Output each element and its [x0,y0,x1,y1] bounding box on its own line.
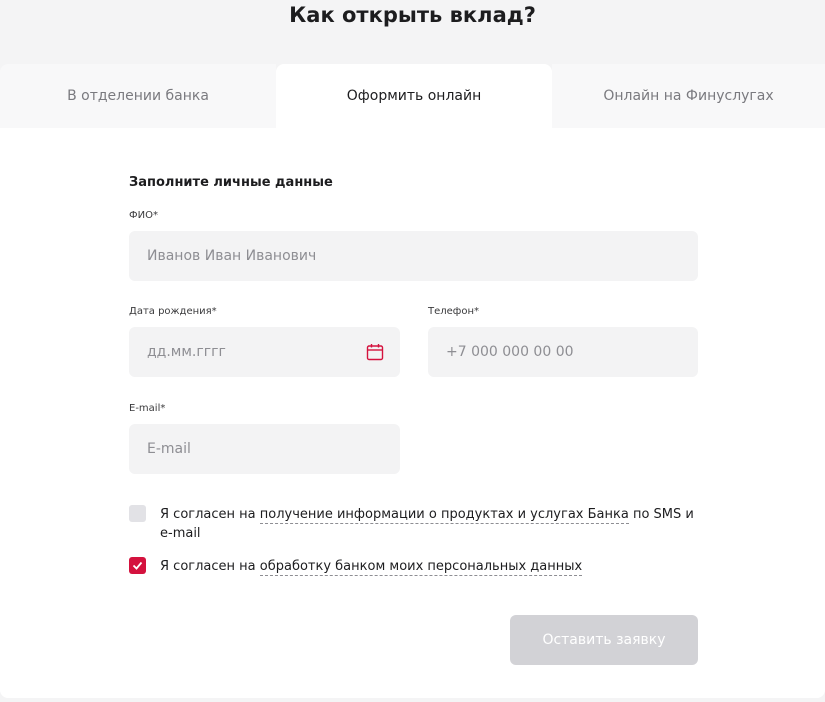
fio-label: ФИО* [129,210,158,221]
submit-button[interactable]: Оставить заявку [510,615,698,665]
fio-placeholder: Иванов Иван Иванович [147,248,317,264]
tabs: В отделении банка Оформить онлайн Онлайн… [0,64,825,128]
calendar-icon[interactable] [366,343,384,361]
consent-marketing-checkbox[interactable] [129,505,146,522]
fio-field[interactable]: Иванов Иван Иванович [129,231,698,281]
birthdate-placeholder: дд.мм.гггг [147,344,226,360]
phone-label: Телефон* [428,306,480,317]
tab-online[interactable]: Оформить онлайн [276,64,552,128]
phone-field[interactable]: +7 000 000 00 00 [428,327,698,377]
consent-personal-row: Я согласен на обработку банком моих перс… [129,557,709,576]
birthdate-field[interactable]: дд.мм.гггг [129,327,400,377]
consent-personal-link[interactable]: обработку банком моих персональных данны… [259,559,583,576]
application-form-card: Заполните личные данные ФИО* Иванов Иван… [0,128,825,698]
email-field[interactable]: E-mail [129,424,400,474]
email-placeholder: E-mail [147,441,191,457]
phone-placeholder: +7 000 000 00 00 [446,344,574,360]
checkmark-icon [132,561,143,570]
birthdate-label: Дата рождения* [129,306,217,317]
consent-personal-text: Я согласен на обработку банком моих перс… [160,557,583,576]
consent-marketing-link[interactable]: получение информации о продуктах и услуг… [259,507,629,524]
page-title: Как открыть вклад? [289,3,536,27]
consent-personal-checkbox[interactable] [129,557,146,574]
consent-marketing-row: Я согласен на получение информации о про… [129,505,709,543]
form-heading: Заполните личные данные [129,175,333,190]
consent-personal-prefix: Я согласен на [160,559,260,574]
tab-finuslugi[interactable]: Онлайн на Финуслугах [552,64,825,128]
tab-branch[interactable]: В отделении банка [0,64,276,128]
consent-marketing-prefix: Я согласен на [160,507,260,522]
email-label: E-mail* [129,403,166,414]
consent-marketing-text: Я согласен на получение информации о про… [160,505,709,543]
